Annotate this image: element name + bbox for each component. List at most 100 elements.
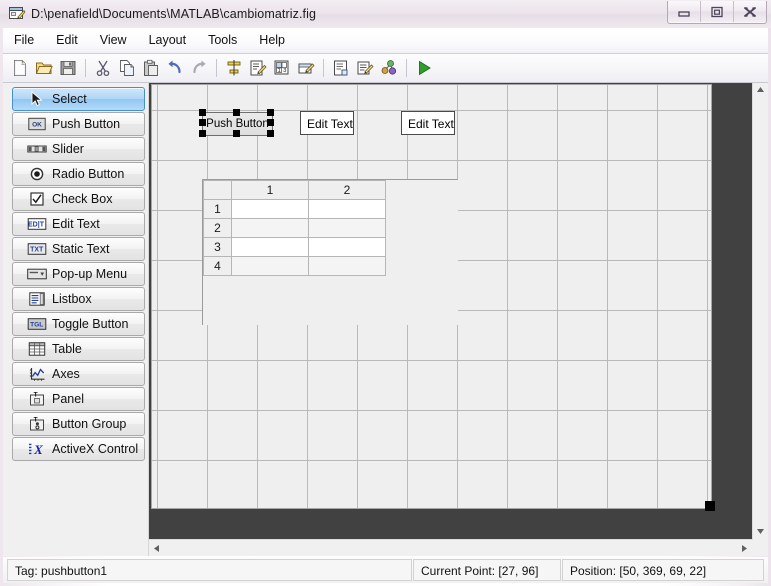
svg-text:3: 3 [283,68,286,74]
column-header-1[interactable]: 1 [231,180,309,200]
palette-item-static-text[interactable]: TXT Static Text [12,237,145,261]
canvas-horizontal-scrollbar[interactable] [149,539,753,556]
palette-item-label: Button Group [52,417,127,431]
row-header-4: 4 [203,256,232,276]
palette-item-listbox[interactable]: Listbox [12,287,145,311]
static-text-icon: TXT [27,238,47,260]
tab-order-editor-icon[interactable]: 3 1 [270,55,294,81]
table-row[interactable]: 3 [203,237,386,257]
uitable1[interactable]: 1 2 1 2 3 4 [202,179,458,325]
canvas-vertical-scrollbar[interactable] [752,83,768,539]
close-button[interactable] [733,1,766,22]
guide-figure-icon [8,5,26,23]
svg-text:ED|T: ED|T [28,222,45,229]
palette-item-label: Check Box [52,192,113,206]
status-tag: Tag: pushbutton1 [7,559,412,581]
menu-item-view[interactable]: View [89,28,138,53]
activex-control-icon: X [27,438,47,460]
table-cell[interactable] [308,199,386,219]
edit-text-field-2[interactable]: Edit Text [401,111,455,135]
palette-item-slider[interactable]: Slider [12,137,145,161]
status-current-point: Current Point: [27, 96] [413,559,561,581]
scroll-left-arrow-icon[interactable] [153,544,160,553]
palette-item-toggle-button[interactable]: TGL Toggle Button [12,312,145,336]
canvas-backdrop: Push Button Edit Text Edit Text 1 2 1 2 … [149,83,753,539]
table-cell[interactable] [308,237,386,257]
palette-item-panel[interactable]: T Panel [12,387,145,411]
table-icon [27,338,47,360]
svg-text:1: 1 [278,68,281,74]
run-icon[interactable] [412,55,436,81]
restore-button[interactable] [700,1,733,22]
palette-item-popup-menu[interactable]: Pop-up Menu [12,262,145,286]
palette-item-label: Radio Button [52,167,125,181]
save-icon[interactable] [56,55,80,81]
design-canvas-area[interactable]: Push Button Edit Text Edit Text 1 2 1 2 … [149,83,768,556]
palette-item-select[interactable]: Select [12,87,145,111]
palette-item-label: Select [52,92,87,106]
figure-resize-handle[interactable] [705,501,715,511]
push-button-icon: OK [27,113,47,135]
palette-item-label: ActiveX Control [52,442,139,456]
palette-item-label: Axes [52,367,80,381]
palette-item-button-group[interactable]: T Button Group [12,412,145,436]
edit-text-field-1[interactable]: Edit Text [300,111,354,135]
palette-item-table[interactable]: Table [12,337,145,361]
menu-item-help[interactable]: Help [248,28,296,53]
undo-icon[interactable] [163,55,187,81]
slider-icon [27,138,47,160]
figure-design-area[interactable]: Push Button Edit Text Edit Text 1 2 1 2 … [151,84,712,509]
table-header-row: 1 2 [203,180,386,200]
toolbar-editor-icon[interactable] [294,55,318,81]
cut-icon[interactable] [91,55,115,81]
table-row[interactable]: 4 [203,256,386,276]
palette-item-label: Static Text [52,242,110,256]
menu-item-file[interactable]: File [3,28,45,53]
toolbar: 3 1 [3,54,768,83]
table-cell[interactable] [231,199,309,219]
table-row[interactable]: 2 [203,218,386,238]
toolbar-separator [85,59,86,77]
minimize-button[interactable] [668,1,700,22]
toggle-button-icon: TGL [27,313,47,335]
object-browser-icon[interactable] [377,55,401,81]
m-file-editor-icon[interactable] [329,55,353,81]
align-objects-icon[interactable] [222,55,246,81]
palette-item-edit-text[interactable]: ED|T Edit Text [12,212,145,236]
svg-text:TGL: TGL [30,322,43,329]
paste-icon[interactable] [139,55,163,81]
uitable-grid[interactable]: 1 2 1 2 3 4 [203,180,386,276]
palette-item-label: Slider [52,142,84,156]
palette-item-label: Edit Text [52,217,100,231]
redo-icon[interactable] [187,55,211,81]
palette-item-push-button[interactable]: OK Push Button [12,112,145,136]
cursor-arrow-icon [27,88,47,110]
palette-item-label: Toggle Button [52,317,129,331]
palette-item-radio-button[interactable]: Radio Button [12,162,145,186]
menu-item-layout[interactable]: Layout [138,28,198,53]
column-header-2[interactable]: 2 [308,180,386,200]
scroll-down-arrow-icon[interactable] [756,528,765,535]
table-cell[interactable] [231,218,309,238]
new-figure-icon[interactable] [8,55,32,81]
scroll-right-arrow-icon[interactable] [741,544,748,553]
menu-editor-icon[interactable] [246,55,270,81]
menu-item-tools[interactable]: Tools [197,28,248,53]
toolbar-separator [406,59,407,77]
svg-text:T: T [34,392,38,399]
copy-icon[interactable] [115,55,139,81]
table-row[interactable]: 1 [203,199,386,219]
property-inspector-icon[interactable] [353,55,377,81]
open-file-icon[interactable] [32,55,56,81]
palette-item-check-box[interactable]: Check Box [12,187,145,211]
table-cell[interactable] [231,237,309,257]
table-cell[interactable] [308,218,386,238]
palette-item-axes[interactable]: Axes [12,362,145,386]
listbox-icon [27,288,47,310]
table-cell[interactable] [308,256,386,276]
axes-icon [27,363,47,385]
scroll-up-arrow-icon[interactable] [756,86,765,93]
menu-item-edit[interactable]: Edit [45,28,89,53]
table-cell[interactable] [231,256,309,276]
palette-item-activex-control[interactable]: X ActiveX Control [12,437,145,461]
